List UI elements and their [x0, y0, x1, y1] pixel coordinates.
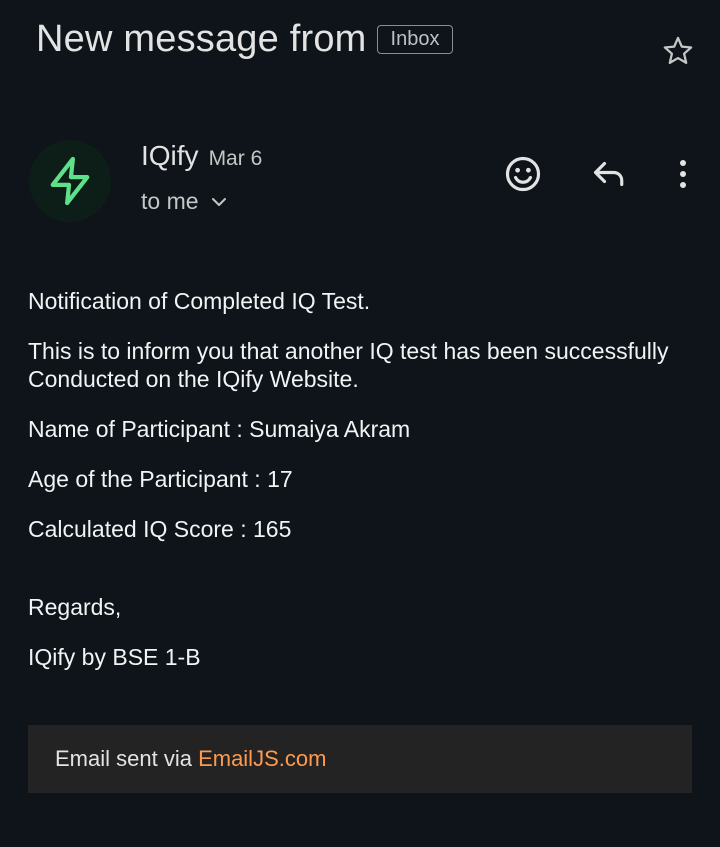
email-body: Notification of Completed IQ Test. This …: [28, 287, 678, 693]
email-subject: New message from: [36, 17, 367, 60]
participant-age: Age of the Participant : 17: [28, 466, 293, 492]
footer-prefix: Email sent via: [55, 746, 199, 771]
sender-name[interactable]: IQify: [141, 140, 199, 172]
email-header: New message from Inbox: [36, 14, 454, 64]
lightning-bolt-icon: [50, 156, 90, 206]
more-vert-icon: [680, 160, 686, 188]
emailjs-link[interactable]: EmailJS.com: [198, 746, 326, 771]
more-options-button[interactable]: [660, 151, 706, 197]
chevron-down-icon: [211, 197, 226, 206]
footer-text: Email sent via EmailJS.com: [55, 746, 326, 772]
sender-line: IQify Mar 6: [141, 140, 262, 172]
smiley-icon: [505, 156, 541, 192]
reply-icon: [593, 161, 624, 187]
add-reaction-button[interactable]: [500, 151, 546, 197]
body-heading: Notification of Completed IQ Test.: [28, 288, 371, 314]
recipient-label: to me: [141, 188, 199, 214]
closing-text: Regards,: [28, 594, 122, 620]
sender-avatar[interactable]: [29, 140, 111, 222]
reply-button[interactable]: [586, 151, 632, 197]
recipient-details-toggle[interactable]: to me: [141, 188, 227, 215]
signature-text: IQify by BSE 1-B: [28, 644, 201, 670]
body-intro: This is to inform you that another IQ te…: [28, 338, 669, 392]
iq-score: Calculated IQ Score : 165: [28, 516, 292, 542]
email-footer: Email sent via EmailJS.com: [28, 725, 692, 793]
star-icon: [663, 36, 693, 65]
participant-name: Name of Participant : Sumaiya Akram: [28, 416, 411, 442]
star-button[interactable]: [658, 31, 698, 71]
sent-date: Mar 6: [208, 147, 263, 170]
inbox-label-badge[interactable]: Inbox: [376, 24, 454, 54]
